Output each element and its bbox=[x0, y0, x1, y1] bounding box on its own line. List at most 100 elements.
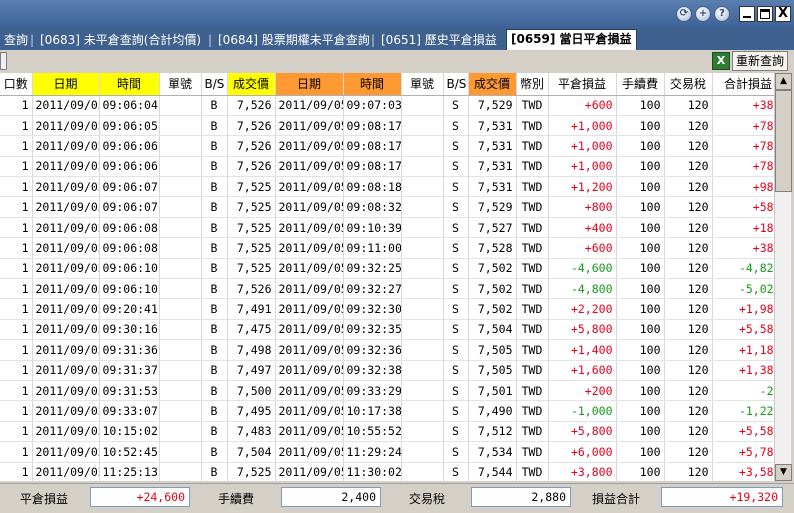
tab-0683[interactable]: [0683] 未平倉查詢(合計均價) bbox=[36, 31, 205, 50]
cell-realized-pnl: +5,800 bbox=[548, 319, 617, 341]
cell-open-order-no bbox=[159, 421, 202, 443]
pnl-grid[interactable]: 口數 日期 時間 單號 B/S 成交價 日期 時間 單號 B/S 成交價 幣別 平倉損益 手續費 交易稅 合計… bbox=[0, 73, 774, 481]
col-header-qty[interactable]: 口數 bbox=[0, 73, 33, 96]
col-header-open-side[interactable]: B/S bbox=[201, 73, 228, 96]
table-row[interactable]: 1 2011/09/05 09:30:16 B 7,475 2011/09/05 09:32… bbox=[0, 319, 774, 341]
cell-close-price: 7,504 bbox=[468, 319, 517, 341]
table-header-row: 口數 日期 時間 單號 B/S 成交價 日期 時間 單號 B/S 成交價 幣別 平倉損益 手續費 交易稅 合計… bbox=[0, 73, 774, 96]
cell-currency: TWD bbox=[516, 441, 549, 463]
cell-open-price: 7,495 bbox=[227, 400, 276, 422]
col-header-close-side[interactable]: B/S bbox=[443, 73, 469, 96]
cell-tax: 120 bbox=[664, 176, 713, 198]
cell-open-side: B bbox=[201, 360, 228, 381]
col-header-close-price[interactable]: 成交價 bbox=[468, 73, 517, 96]
col-header-currency[interactable]: 幣別 bbox=[516, 73, 549, 96]
cell-close-time: 09:08:17 bbox=[343, 156, 402, 178]
cell-open-time: 09:31:36 bbox=[99, 339, 160, 361]
table-row[interactable]: 1 2011/09/05 09:31:53 B 7,500 2011/09/05 09:33… bbox=[0, 380, 774, 402]
minimize-button[interactable] bbox=[739, 6, 755, 22]
refresh-query-button[interactable]: 重新查詢 bbox=[732, 51, 788, 71]
cell-tax: 120 bbox=[664, 462, 713, 481]
cell-open-side: B bbox=[201, 115, 228, 137]
toolbar: X 重新查詢 bbox=[0, 50, 794, 72]
cell-fee: 100 bbox=[616, 176, 665, 198]
add-icon[interactable]: + bbox=[695, 6, 711, 22]
cell-open-order-no bbox=[159, 278, 202, 300]
cell-open-time: 09:06:07 bbox=[99, 176, 160, 198]
cell-currency: TWD bbox=[516, 462, 549, 481]
panel-handle[interactable] bbox=[0, 52, 7, 70]
scroll-thumb[interactable] bbox=[775, 90, 792, 192]
cell-open-order-no bbox=[159, 135, 202, 157]
scroll-up-arrow-icon[interactable]: ▲ bbox=[775, 73, 792, 90]
refresh-icon[interactable]: ⟳ bbox=[676, 6, 692, 22]
table-row[interactable]: 1 2011/09/05 11:25:13 B 7,525 2011/09/05 11:30… bbox=[0, 462, 774, 481]
table-row[interactable]: 1 2011/09/05 09:31:37 B 7,497 2011/09/05 09:32… bbox=[0, 360, 774, 381]
table-row[interactable]: 1 2011/09/05 09:33:07 B 7,495 2011/09/05 10:17… bbox=[0, 400, 774, 422]
cell-open-price: 7,526 bbox=[227, 135, 276, 157]
close-button[interactable]: X bbox=[775, 6, 791, 22]
col-header-tax[interactable]: 交易稅 bbox=[664, 73, 713, 96]
cell-open-date: 2011/09/05 bbox=[32, 258, 100, 280]
cell-close-time: 09:08:17 bbox=[343, 135, 402, 157]
cell-open-order-no bbox=[159, 237, 202, 259]
col-header-open-order-no[interactable]: 單號 bbox=[159, 73, 202, 96]
cell-currency: TWD bbox=[516, 298, 549, 320]
cell-close-time: 09:08:32 bbox=[343, 196, 402, 218]
vertical-scrollbar[interactable]: ▲ ▼ bbox=[774, 73, 792, 481]
table-row[interactable]: 1 2011/09/05 09:31:36 B 7,498 2011/09/05 09:32… bbox=[0, 339, 774, 361]
col-header-realized-pnl[interactable]: 平倉損益 bbox=[548, 73, 617, 96]
cell-close-side: S bbox=[443, 115, 469, 137]
table-row[interactable]: 1 2011/09/05 09:06:07 B 7,525 2011/09/05 09:08… bbox=[0, 176, 774, 198]
table-row[interactable]: 1 2011/09/05 09:06:05 B 7,526 2011/09/05 09:08… bbox=[0, 115, 774, 137]
col-header-open-date[interactable]: 日期 bbox=[32, 73, 100, 96]
help-icon[interactable]: ? bbox=[714, 6, 730, 22]
pnl-total-label: 平倉損益 bbox=[20, 492, 69, 506]
tab-0659[interactable]: [0659] 當日平倉損益 bbox=[506, 29, 637, 50]
tab-query[interactable]: 查詢 bbox=[0, 31, 32, 50]
col-header-open-time[interactable]: 時間 bbox=[99, 73, 160, 96]
cell-close-date: 2011/09/05 bbox=[275, 421, 344, 443]
excel-export-icon[interactable]: X bbox=[712, 52, 730, 70]
cell-tax: 120 bbox=[664, 196, 713, 218]
cell-open-order-no bbox=[159, 360, 202, 381]
table-row[interactable]: 1 2011/09/05 09:06:06 B 7,526 2011/09/05 09:08… bbox=[0, 135, 774, 157]
table-row[interactable]: 1 2011/09/05 09:20:41 B 7,491 2011/09/05 09:32… bbox=[0, 298, 774, 320]
cell-close-order-no bbox=[401, 156, 444, 178]
tab-separator: | bbox=[371, 33, 376, 47]
cell-close-order-no bbox=[401, 462, 444, 481]
cell-close-price: 7,512 bbox=[468, 421, 517, 443]
table-row[interactable]: 1 2011/09/05 09:06:06 B 7,526 2011/09/05 09:08… bbox=[0, 156, 774, 178]
col-header-close-order-no[interactable]: 單號 bbox=[401, 73, 444, 96]
table-row[interactable]: 1 2011/09/05 09:06:07 B 7,525 2011/09/05 09:08… bbox=[0, 196, 774, 218]
table-row[interactable]: 1 2011/09/05 09:06:04 B 7,526 2011/09/05 09:07… bbox=[0, 95, 774, 116]
col-header-fee[interactable]: 手續費 bbox=[616, 73, 665, 96]
minimize-icon bbox=[743, 16, 751, 18]
cell-open-date: 2011/09/05 bbox=[32, 217, 100, 239]
cell-currency: TWD bbox=[516, 319, 549, 341]
tab-0684[interactable]: [0684] 股票期權未平倉查詢 bbox=[214, 31, 374, 50]
cell-open-date: 2011/09/05 bbox=[32, 421, 100, 443]
cell-close-price: 7,529 bbox=[468, 95, 517, 116]
table-row[interactable]: 1 2011/09/05 09:06:08 B 7,525 2011/09/05 09:10… bbox=[0, 217, 774, 239]
table-row[interactable]: 1 2011/09/05 10:15:02 B 7,483 2011/09/05 10:55… bbox=[0, 421, 774, 443]
cell-close-time: 09:11:00 bbox=[343, 237, 402, 259]
cell-realized-pnl: -4,800 bbox=[548, 278, 617, 300]
table-row[interactable]: 1 2011/09/05 09:06:10 B 7,525 2011/09/05 09:32… bbox=[0, 258, 774, 280]
col-header-close-date[interactable]: 日期 bbox=[275, 73, 344, 96]
col-header-open-price[interactable]: 成交價 bbox=[227, 73, 276, 96]
col-header-net-pnl[interactable]: 合計損益 bbox=[712, 73, 774, 96]
cell-close-date: 2011/09/05 bbox=[275, 380, 344, 402]
cell-open-date: 2011/09/05 bbox=[32, 462, 100, 481]
cell-close-order-no bbox=[401, 95, 444, 116]
cell-open-order-no bbox=[159, 217, 202, 239]
tab-0651[interactable]: [0651] 歷史平倉損益 bbox=[377, 31, 501, 50]
table-row[interactable]: 1 2011/09/05 10:52:45 B 7,504 2011/09/05 11:29… bbox=[0, 441, 774, 463]
scroll-down-arrow-icon[interactable]: ▼ bbox=[775, 464, 792, 481]
table-row[interactable]: 1 2011/09/05 09:06:08 B 7,525 2011/09/05 09:11… bbox=[0, 237, 774, 259]
table-row[interactable]: 1 2011/09/05 09:06:10 B 7,526 2011/09/05 09:32… bbox=[0, 278, 774, 300]
maximize-button[interactable] bbox=[757, 6, 773, 22]
cell-open-side: B bbox=[201, 217, 228, 239]
col-header-close-time[interactable]: 時間 bbox=[343, 73, 402, 96]
cell-open-time: 09:06:05 bbox=[99, 115, 160, 137]
